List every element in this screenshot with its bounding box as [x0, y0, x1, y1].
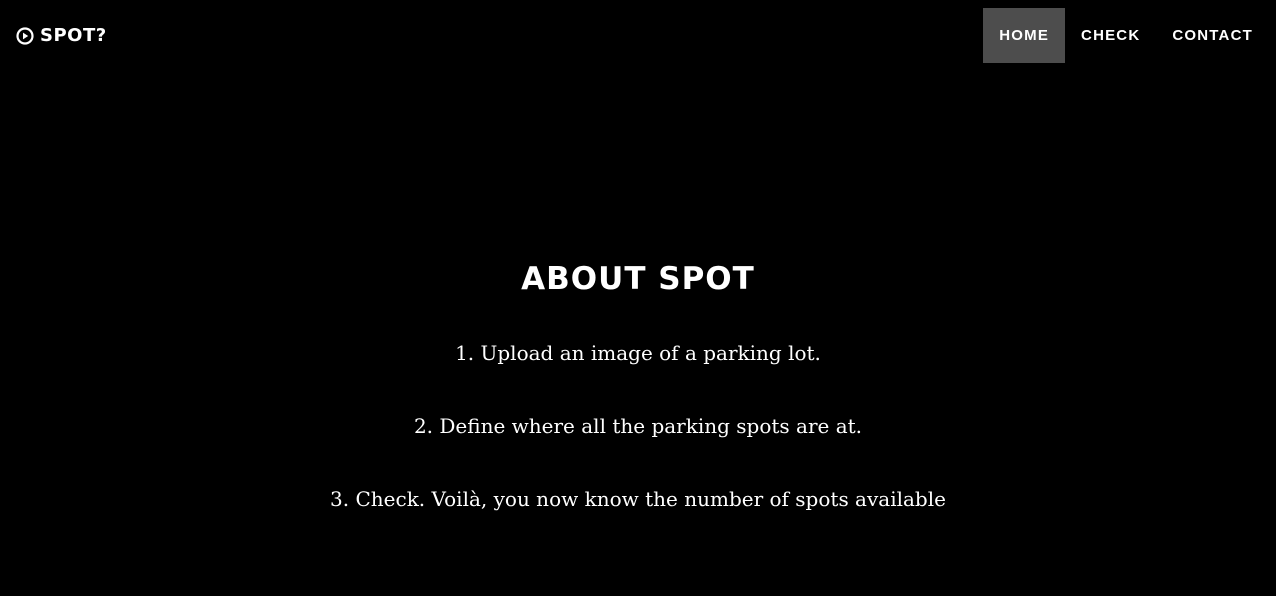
step-define: 2. Define where all the parking spots ar…	[413, 414, 863, 438]
step-check: 3. Check. Voilà, you now know the number…	[330, 487, 946, 511]
steps-list: 1. Upload an image of a parking lot. 2. …	[0, 340, 1276, 512]
step-upload: 1. Upload an image of a parking lot.	[455, 341, 821, 365]
about-section: ABOUT SPOT 1. Upload an image of a parki…	[0, 258, 1276, 512]
brand-name: SPOT?	[40, 25, 107, 46]
play-circle-icon	[16, 27, 34, 45]
nav-item-home[interactable]: HOME	[983, 8, 1066, 63]
brand-link[interactable]: SPOT?	[16, 25, 107, 47]
nav-item-check[interactable]: CHECK	[1065, 8, 1156, 63]
page-title: ABOUT SPOT	[521, 261, 755, 297]
nav-item-contact[interactable]: CONTACT	[1156, 8, 1269, 63]
top-navbar: SPOT? HOME CHECK CONTACT	[0, 0, 1276, 72]
nav-menu: HOME CHECK CONTACT	[983, 8, 1269, 63]
